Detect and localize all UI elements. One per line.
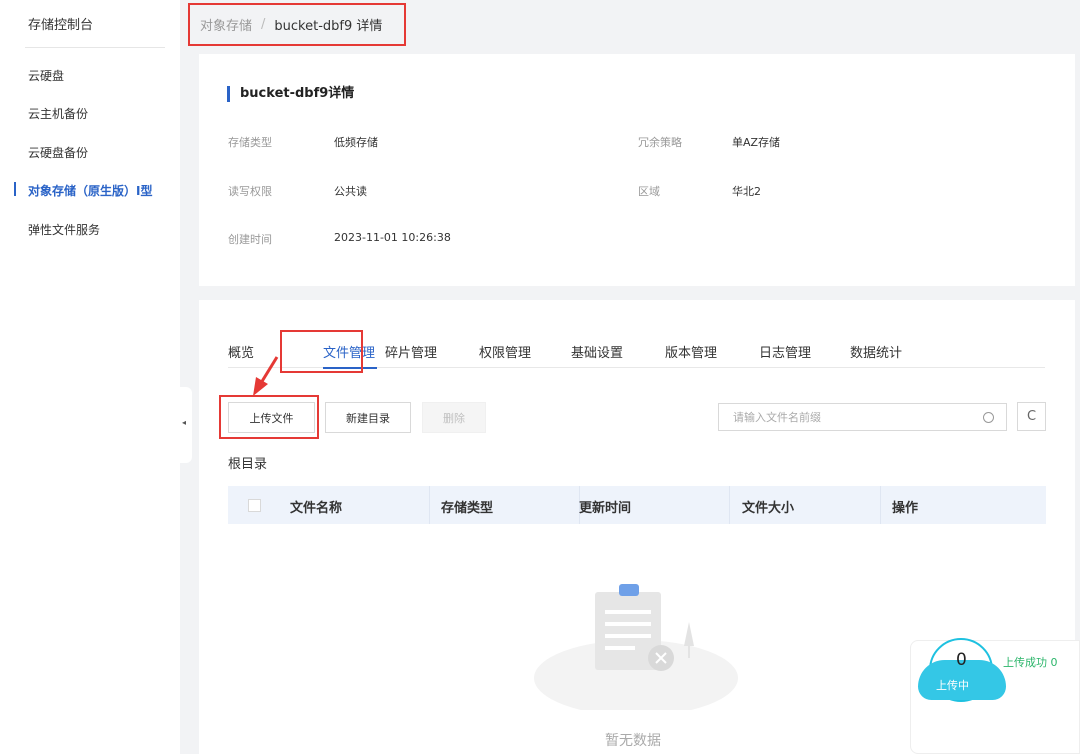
- tab-permission-management[interactable]: 权限管理: [479, 342, 531, 361]
- permission-label: 读写权限: [228, 185, 272, 198]
- search-box: [718, 403, 1007, 431]
- sidebar-item-cloud-disk[interactable]: 云硬盘: [28, 67, 64, 84]
- tab-basic-settings[interactable]: 基础设置: [571, 342, 623, 361]
- column-storage-type: 存储类型: [441, 501, 494, 516]
- uploading-label: 上传中: [936, 679, 969, 692]
- region-value: 华北2: [732, 185, 761, 198]
- refresh-button[interactable]: C: [1017, 402, 1046, 431]
- sidebar: 存储控制台 云硬盘 云主机备份 云硬盘备份 对象存储（原生版）Ⅰ型 弹性文件服务: [0, 0, 180, 754]
- sidebar-item-vm-backup[interactable]: 云主机备份: [28, 105, 88, 122]
- breadcrumb-current: bucket-dbf9 详情: [274, 19, 383, 34]
- sidebar-active-indicator: [14, 182, 16, 196]
- column-actions: 操作: [892, 501, 919, 516]
- tab-overview[interactable]: 概览: [228, 342, 254, 361]
- file-table-header: 文件名称 存储类型 更新时间 文件大小 操作: [228, 486, 1046, 524]
- empty-state-text: 暂无数据: [605, 733, 661, 749]
- search-icon[interactable]: [983, 412, 994, 423]
- created-time-value: 2023-11-01 10:26:38: [334, 231, 451, 244]
- sidebar-title[interactable]: 存储控制台: [28, 14, 93, 33]
- column-file-size: 文件大小: [742, 501, 795, 516]
- annotation-box-upload: [219, 395, 319, 439]
- sidebar-item-elastic-file[interactable]: 弹性文件服务: [28, 221, 100, 238]
- breadcrumb: 对象存储 / bucket-dbf9 详情: [188, 3, 406, 46]
- redundancy-value: 单AZ存储: [732, 136, 781, 149]
- select-all-checkbox[interactable]: [248, 499, 261, 512]
- sidebar-item-object-storage[interactable]: 对象存储（原生版）Ⅰ型: [28, 182, 152, 199]
- tab-log-management[interactable]: 日志管理: [759, 342, 811, 361]
- sidebar-collapse-handle[interactable]: ◂: [180, 387, 192, 463]
- refresh-icon: C: [1026, 409, 1037, 424]
- bucket-info-card: bucket-dbf9详情 存储类型 低频存储 冗余策略 单AZ存储 读写权限 …: [199, 54, 1075, 286]
- upload-count: 0: [956, 650, 967, 670]
- permission-value: 公共读: [334, 185, 367, 198]
- column-divider: [729, 486, 730, 524]
- upload-success-text: 上传成功 0: [1003, 656, 1058, 669]
- upload-progress-widget[interactable]: 0 上传中 上传成功 0: [910, 638, 1080, 754]
- tab-fragment-management[interactable]: 碎片管理: [385, 342, 437, 361]
- region-label: 区域: [638, 185, 660, 198]
- storage-type-label: 存储类型: [228, 136, 272, 149]
- column-divider: [429, 486, 430, 524]
- delete-button[interactable]: 删除: [422, 402, 486, 433]
- annotation-box-tab: [280, 330, 363, 373]
- created-time-label: 创建时间: [228, 233, 272, 246]
- tab-version-management[interactable]: 版本管理: [665, 342, 717, 361]
- search-input[interactable]: [719, 404, 959, 430]
- storage-type-value: 低频存储: [334, 136, 378, 149]
- sidebar-item-disk-backup[interactable]: 云硬盘备份: [28, 144, 88, 161]
- bucket-info-title: bucket-dbf9详情: [227, 86, 354, 102]
- breadcrumb-separator: /: [261, 17, 266, 32]
- redundancy-label: 冗余策略: [638, 136, 682, 149]
- column-divider: [880, 486, 881, 524]
- column-update-time: 更新时间: [579, 501, 632, 516]
- column-file-name: 文件名称: [290, 501, 343, 516]
- sidebar-divider: [25, 47, 165, 48]
- root-directory-label[interactable]: 根目录: [228, 453, 267, 472]
- empty-state-illustration: [534, 584, 738, 710]
- chevron-left-icon: ◂: [182, 418, 187, 427]
- new-directory-button[interactable]: 新建目录: [325, 402, 411, 433]
- breadcrumb-parent-link[interactable]: 对象存储: [200, 15, 252, 34]
- tab-data-statistics[interactable]: 数据统计: [850, 342, 902, 361]
